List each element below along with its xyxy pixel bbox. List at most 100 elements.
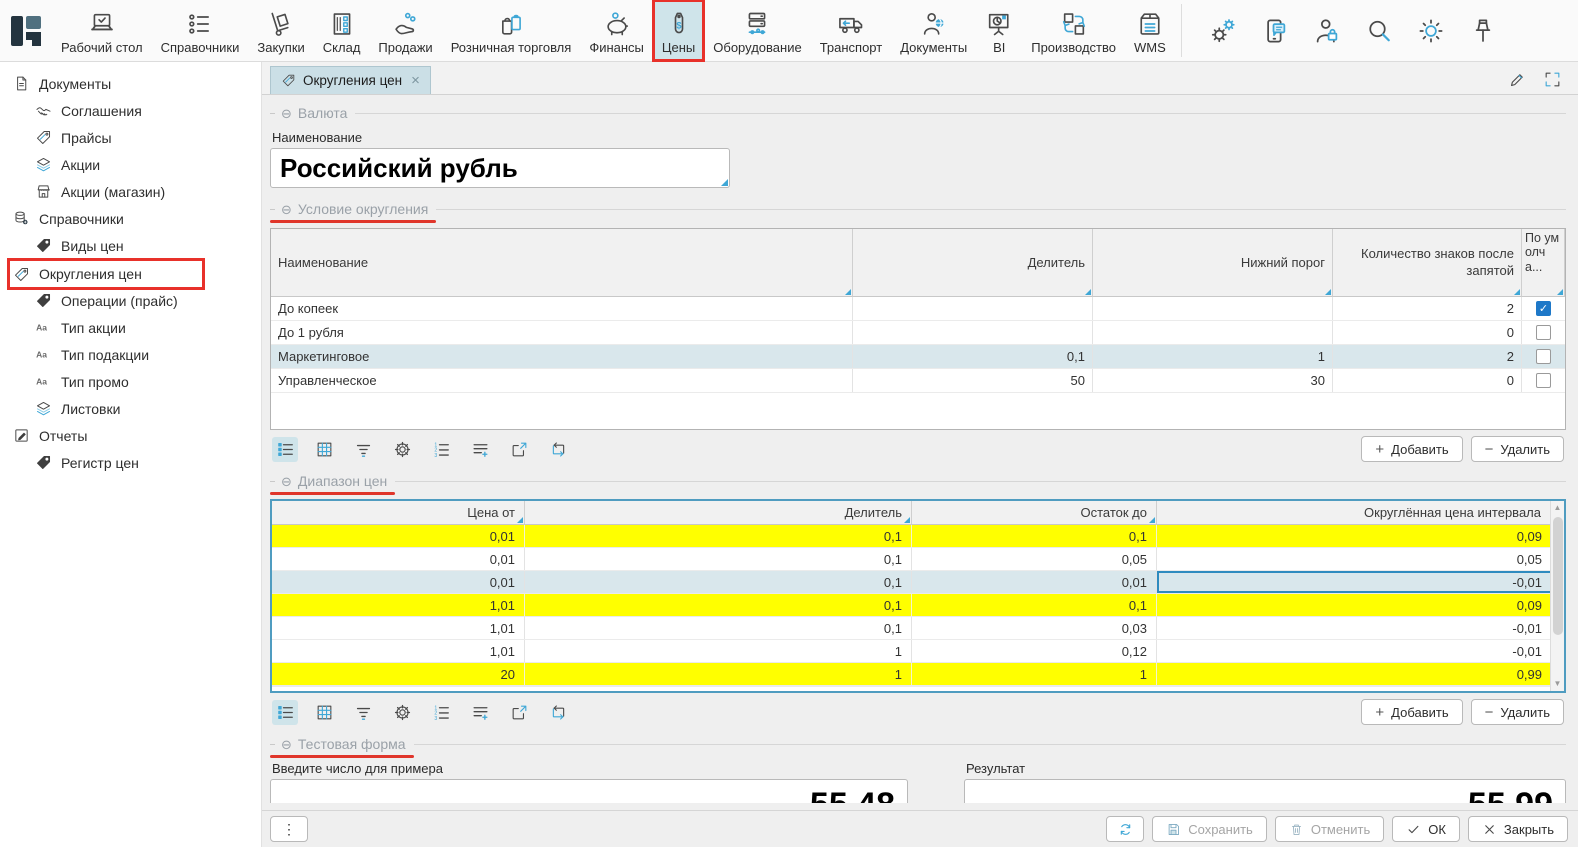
table-cell[interactable]: Управленческое [271, 369, 853, 392]
table-cell[interactable] [853, 321, 1093, 344]
tab-close-icon[interactable]: × [411, 72, 420, 89]
sidebar-section-отчеты[interactable]: Отчеты [0, 422, 261, 449]
table-cell[interactable]: 50 [853, 369, 1093, 392]
search-icon[interactable] [1364, 16, 1394, 46]
table-row[interactable]: Маркетинговое0,112 [271, 345, 1565, 369]
sidebar-item-тип-подакции[interactable]: Тип подакции [0, 341, 261, 368]
table-cell[interactable]: 0,01 [912, 571, 1157, 593]
table-cell[interactable]: Маркетинговое [271, 345, 853, 368]
sidebar-item-тип-промо[interactable]: Тип промо [0, 368, 261, 395]
table-cell[interactable]: 0 [1333, 369, 1522, 392]
column-header[interactable]: Делитель [525, 501, 912, 525]
table-cell[interactable] [1093, 321, 1333, 344]
table-cell[interactable]: 0,1 [853, 345, 1093, 368]
table-cell[interactable]: 20 [272, 663, 525, 685]
table-row[interactable]: 0,010,10,050,05 [272, 548, 1564, 571]
table-cell[interactable]: 2 [1333, 345, 1522, 368]
numbered-list-button[interactable] [428, 437, 454, 462]
default-checkbox[interactable]: ✓ [1536, 301, 1551, 316]
nav-item-рабочий-стол[interactable]: Рабочий стол [52, 0, 152, 61]
table-cell[interactable]: 1 [912, 663, 1157, 685]
table-cell[interactable]: 0,99 [1157, 663, 1564, 685]
table-cell[interactable]: ✓ [1522, 297, 1565, 320]
settings-gears-icon[interactable] [1208, 16, 1238, 46]
nav-item-оборудование[interactable]: Оборудование [704, 0, 810, 61]
table-cell[interactable]: 0,03 [912, 617, 1157, 639]
table-cell[interactable]: 0,01 [272, 571, 525, 593]
view-list-button[interactable] [272, 437, 298, 462]
table-cell[interactable]: 1 [525, 663, 912, 685]
table-cell[interactable]: 0,1 [912, 594, 1157, 616]
column-header[interactable]: Цена от [272, 501, 525, 525]
table-row[interactable]: 1,010,10,03-0,01 [272, 617, 1564, 640]
default-checkbox[interactable] [1536, 325, 1551, 340]
table-row[interactable]: 0,010,10,10,09 [272, 525, 1564, 548]
table-cell[interactable]: 0,1 [525, 548, 912, 570]
currency-name-input[interactable]: Российский рубль [270, 148, 730, 188]
grid-button[interactable] [311, 437, 337, 462]
table-cell[interactable]: -0,01 [1157, 617, 1564, 639]
app-logo[interactable] [0, 0, 52, 61]
delete-row-button[interactable]: −Удалить [1471, 699, 1564, 725]
nav-item-wms[interactable]: WMS [1125, 0, 1175, 61]
filter-button[interactable] [350, 700, 376, 725]
table-cell[interactable]: 1,01 [272, 640, 525, 662]
column-header[interactable]: Делитель [853, 229, 1093, 297]
scrollbar-thumb[interactable] [1553, 517, 1563, 635]
sidebar-item-операции-прайс-[interactable]: Операции (прайс) [0, 287, 261, 314]
table-cell[interactable]: -0,01 [1157, 640, 1564, 662]
nav-item-склад[interactable]: Склад [314, 0, 370, 61]
sidebar-item-акции[interactable]: Акции [0, 151, 261, 178]
default-checkbox[interactable] [1536, 373, 1551, 388]
table-row[interactable]: До копеек2✓ [271, 297, 1565, 321]
table-cell[interactable]: 0,1 [525, 525, 912, 547]
table-cell[interactable]: 0,09 [1157, 525, 1564, 547]
nav-item-транспорт[interactable]: Транспорт [811, 0, 892, 61]
open-external-button[interactable] [506, 437, 532, 462]
device-chat-icon[interactable] [1260, 16, 1290, 46]
table-row[interactable]: До 1 рубля0 [271, 321, 1565, 345]
user-lock-icon[interactable] [1312, 16, 1342, 46]
table-cell[interactable]: 0,01 [272, 548, 525, 570]
table-row[interactable]: 1,010,10,10,09 [272, 594, 1564, 617]
table-cell[interactable]: 0,1 [525, 594, 912, 616]
add-row-button[interactable] [467, 700, 493, 725]
nav-item-bi[interactable]: BI [976, 0, 1022, 61]
edit-pencil-icon[interactable] [1508, 70, 1527, 89]
table-cell[interactable]: 1 [525, 640, 912, 662]
table-cell[interactable]: 0,1 [912, 525, 1157, 547]
table-cell[interactable]: 0,05 [912, 548, 1157, 570]
sidebar-item-листовки[interactable]: Листовки [0, 395, 261, 422]
save-button[interactable]: Сохранить [1152, 816, 1267, 842]
gear-button[interactable] [389, 700, 415, 725]
grid-button[interactable] [311, 700, 337, 725]
add-row-button[interactable]: +Добавить [1361, 436, 1462, 462]
table-cell[interactable]: 1,01 [272, 594, 525, 616]
sidebar-item-акции-магазин-[interactable]: Акции (магазин) [0, 178, 261, 205]
table-cell[interactable]: 0,09 [1157, 594, 1564, 616]
collapse-icon[interactable]: ⊖ [281, 738, 292, 751]
pin-icon[interactable] [1468, 16, 1498, 46]
nav-item-производство[interactable]: Производство [1022, 0, 1125, 61]
column-header[interactable]: Остаток до [912, 501, 1157, 525]
numbered-list-button[interactable] [428, 700, 454, 725]
nav-item-закупки[interactable]: Закупки [248, 0, 313, 61]
table-cell[interactable]: 0,1 [525, 571, 912, 593]
collapse-icon[interactable]: ⊖ [281, 475, 292, 488]
table-cell[interactable]: 1 [1093, 345, 1333, 368]
table-cell[interactable]: 30 [1093, 369, 1333, 392]
column-header[interactable]: Наименование [271, 229, 853, 297]
table-cell[interactable]: 0,12 [912, 640, 1157, 662]
nav-item-продажи[interactable]: Продажи [369, 0, 441, 61]
table-cell[interactable] [853, 297, 1093, 320]
column-header[interactable]: По умолча... [1522, 229, 1565, 297]
table-cell[interactable]: -0,01 [1157, 571, 1564, 593]
vertical-scrollbar[interactable]: ▲▼ [1550, 501, 1564, 691]
delete-row-button[interactable]: −Удалить [1471, 436, 1564, 462]
table-row[interactable]: 1,0110,12-0,01 [272, 640, 1564, 663]
table-cell[interactable]: 0 [1333, 321, 1522, 344]
ok-button[interactable]: ОК [1392, 816, 1460, 842]
more-options-button[interactable]: ⋮ [270, 816, 308, 842]
brightness-icon[interactable] [1416, 16, 1446, 46]
table-cell[interactable] [1522, 369, 1565, 392]
